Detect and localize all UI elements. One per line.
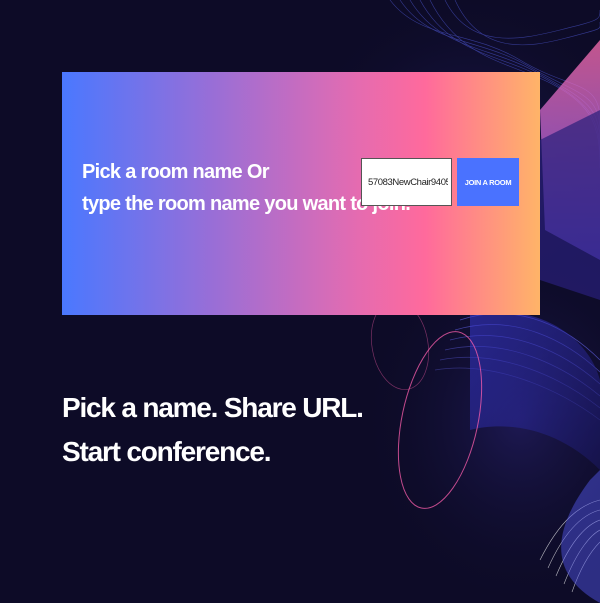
- room-name-input[interactable]: [361, 158, 452, 206]
- join-room-panel: Pick a room name Or type the room name y…: [62, 72, 540, 315]
- join-room-button[interactable]: JOIN A ROOM: [457, 158, 519, 206]
- tagline-line-1: Pick a name. Share URL.: [62, 392, 364, 423]
- tagline: Pick a name. Share URL. Start conference…: [62, 386, 364, 474]
- tagline-line-2: Start conference.: [62, 436, 272, 467]
- page: Pick a room name Or type the room name y…: [0, 0, 600, 603]
